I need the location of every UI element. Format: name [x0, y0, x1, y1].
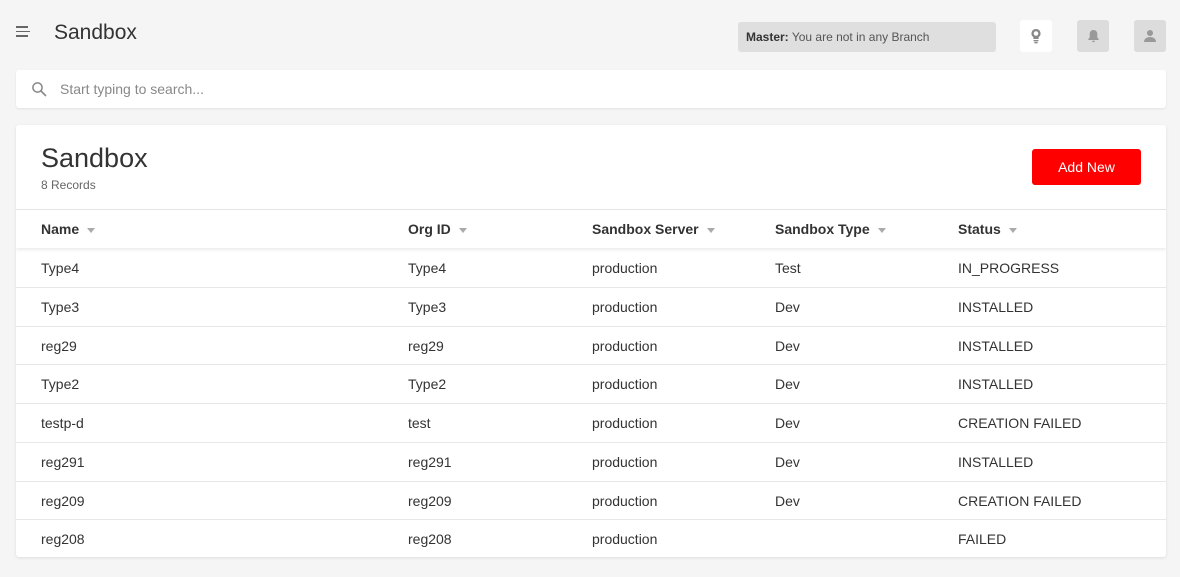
search-input[interactable] [60, 70, 1150, 108]
cell-status: CREATION FAILED [958, 492, 1082, 509]
cell-sandbox-server: production [592, 337, 658, 354]
cell-name: reg291 [41, 453, 85, 470]
add-new-button[interactable]: Add New [1032, 149, 1141, 185]
column-header-label: Sandbox Server [592, 221, 699, 237]
user-icon [1144, 30, 1156, 42]
cell-sandbox-server: production [592, 260, 658, 276]
cell-org-id: Type3 [408, 298, 447, 315]
app-title: Sandbox [54, 21, 137, 44]
cell-status: FAILED [958, 531, 1007, 548]
cell-status: INSTALLED [958, 453, 1034, 470]
cell-sandbox-type: Dev [775, 337, 800, 354]
table-header: Name Org ID Sandbox Server Sandbox Type … [16, 209, 1166, 248]
cell-name: testp-d [41, 415, 84, 431]
cell-sandbox-type: Dev [775, 492, 800, 509]
column-header-name[interactable]: Name [41, 210, 96, 248]
table-body: Type4 Type4 production Test IN_PROGRESS … [16, 249, 1166, 557]
cell-name: Type2 [41, 376, 80, 393]
column-header-label: Org ID [408, 221, 451, 237]
lightbulb-button[interactable] [1020, 20, 1052, 52]
column-header-label: Sandbox Type [775, 221, 870, 237]
sort-caret-icon [87, 227, 96, 233]
column-header-sandbox-type[interactable]: Sandbox Type [775, 210, 886, 248]
search-icon [32, 82, 47, 97]
top-bar: Sandbox Master: You are not in any Branc… [0, 0, 1180, 70]
cell-status: INSTALLED [958, 376, 1034, 393]
sort-caret-icon [1008, 227, 1017, 233]
record-count: 8 Records [41, 178, 96, 192]
cell-org-id: reg29 [408, 337, 444, 354]
cell-org-id: reg208 [408, 531, 452, 548]
cell-sandbox-server: production [592, 376, 658, 393]
cell-name: Type4 [41, 260, 80, 276]
branch-text: You are not in any Branch [791, 30, 930, 44]
cell-sandbox-type: Dev [775, 298, 800, 315]
bell-icon [1087, 30, 1099, 43]
cell-sandbox-server: production [592, 298, 658, 315]
cell-org-id: reg209 [408, 492, 452, 509]
cell-sandbox-server: production [592, 415, 658, 431]
branch-label: Master: [746, 30, 789, 44]
cell-org-id: Type4 [408, 260, 447, 276]
cell-name: reg29 [41, 337, 77, 354]
cell-sandbox-type: Dev [775, 376, 800, 393]
table-row[interactable]: reg208 reg208 production FAILED [16, 520, 1166, 557]
page-title: Sandbox [41, 143, 148, 173]
table-row[interactable]: Type2 Type2 production Dev INSTALLED [16, 365, 1166, 404]
table-row[interactable]: reg291 reg291 production Dev INSTALLED [16, 443, 1166, 482]
search-bar [16, 70, 1166, 108]
sandbox-card: Sandbox 8 Records Add New Name Org ID Sa… [16, 125, 1166, 557]
cell-sandbox-type: Dev [775, 453, 800, 470]
table-row[interactable]: Type4 Type4 production Test IN_PROGRESS [16, 249, 1166, 288]
menu-icon[interactable] [16, 26, 30, 38]
sort-caret-icon [877, 227, 886, 233]
cell-status: CREATION FAILED [958, 415, 1082, 431]
table-row[interactable]: reg209 reg209 production Dev CREATION FA… [16, 482, 1166, 521]
column-header-status[interactable]: Status [958, 210, 1017, 248]
sort-caret-icon [458, 227, 467, 233]
cell-org-id: reg291 [408, 453, 452, 470]
cell-sandbox-server: production [592, 492, 658, 509]
cell-name: reg208 [41, 531, 85, 548]
cell-name: Type3 [41, 298, 80, 315]
column-header-label: Status [958, 221, 1001, 237]
lightbulb-icon [1031, 28, 1041, 44]
cell-sandbox-server: production [592, 531, 658, 548]
cell-sandbox-server: production [592, 453, 658, 470]
sort-caret-icon [706, 227, 715, 233]
column-header-sandbox-server[interactable]: Sandbox Server [592, 210, 715, 248]
column-header-label: Name [41, 221, 80, 237]
cell-name: reg209 [41, 492, 85, 509]
cell-status: INSTALLED [958, 298, 1034, 315]
cell-status: IN_PROGRESS [958, 260, 1060, 276]
cell-org-id: Type2 [408, 376, 447, 393]
cell-sandbox-type: Test [775, 260, 801, 276]
cell-sandbox-type: Dev [775, 415, 800, 431]
user-menu-button[interactable] [1134, 20, 1166, 52]
column-header-org-id[interactable]: Org ID [408, 210, 467, 248]
cell-org-id: test [408, 415, 431, 431]
notifications-button[interactable] [1077, 20, 1109, 52]
cell-status: INSTALLED [958, 337, 1034, 354]
branch-selector[interactable]: Master: You are not in any Branch [738, 22, 996, 52]
table-row[interactable]: Type3 Type3 production Dev INSTALLED [16, 288, 1166, 327]
table-row[interactable]: reg29 reg29 production Dev INSTALLED [16, 327, 1166, 366]
table-row[interactable]: testp-d test production Dev CREATION FAI… [16, 404, 1166, 443]
